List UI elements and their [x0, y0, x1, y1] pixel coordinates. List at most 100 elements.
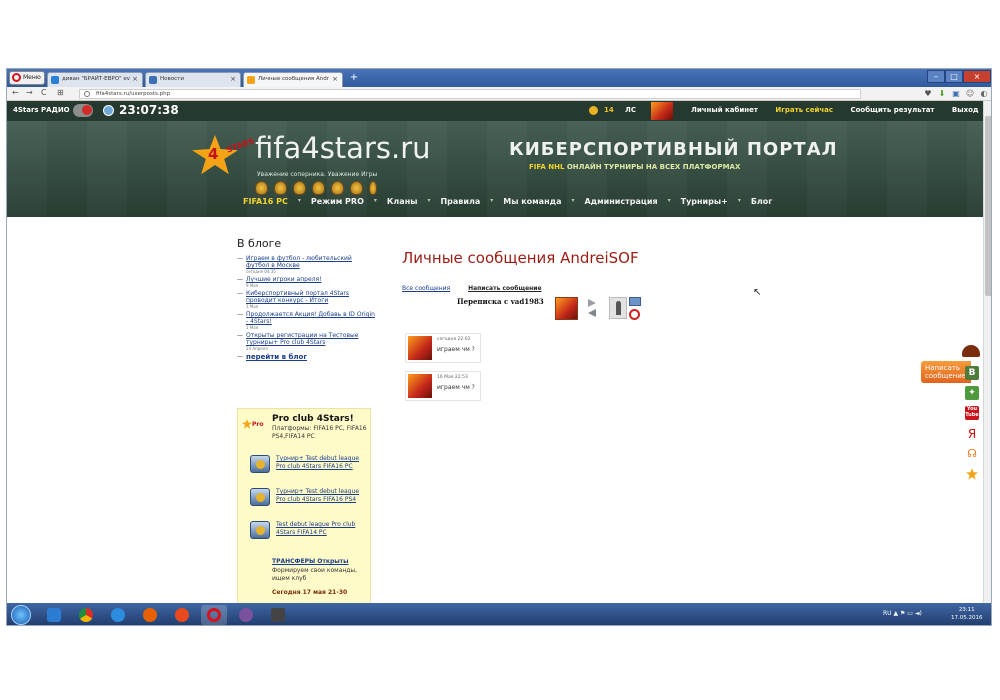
maximize-button[interactable]: □: [945, 70, 963, 83]
forward-button[interactable]: →: [26, 88, 33, 97]
ie-icon[interactable]: [105, 605, 131, 625]
coins-count[interactable]: 14: [604, 106, 614, 114]
twitter-icon[interactable]: ✦: [965, 386, 979, 400]
write-message-link[interactable]: Написать сообщение: [468, 285, 542, 292]
play-now-link[interactable]: Играть сейчас: [775, 106, 833, 114]
trophy-icon: [293, 181, 306, 195]
blog-link[interactable]: Киберспортивный портал 4Stars проводит к…: [246, 290, 377, 304]
radio-label[interactable]: 4Stars РАДИО: [13, 106, 70, 114]
nav-item-team[interactable]: Мы команда: [503, 197, 561, 206]
taskbar-clock[interactable]: 23:11 17.05.2016: [951, 606, 983, 622]
clock-icon: [103, 105, 114, 116]
site-info-icon[interactable]: [84, 91, 90, 97]
cabinet-link[interactable]: Личный кабинет: [691, 106, 758, 114]
lang-indicator[interactable]: RU: [883, 610, 892, 617]
extension-icon[interactable]: ▣: [951, 88, 961, 99]
block-icon[interactable]: [629, 309, 640, 320]
start-button[interactable]: [11, 605, 31, 625]
brand-name[interactable]: fifa4stars.ru: [255, 131, 431, 165]
window-controls: – □ ×: [927, 70, 991, 83]
taskbar-date: 17.05.2016: [951, 615, 983, 621]
radio-toggle-icon[interactable]: [73, 104, 93, 117]
heart-icon[interactable]: ♥: [923, 88, 933, 99]
portal-subtitle: FIFA NHL ОНЛАЙН ТУРНИРЫ НА ВСЕХ ПЛАТФОРМ…: [529, 163, 740, 171]
back-button[interactable]: ←: [12, 88, 19, 97]
proclub-platforms: Платформы: FIFA16 PC, FIFA16 PS4,FIFA14 …: [272, 425, 367, 440]
trophy-icon: [255, 181, 268, 195]
today-text: Сегодня 17 мая 21-30: [272, 589, 348, 596]
close-icon[interactable]: ×: [132, 73, 138, 86]
contact-avatar[interactable]: [555, 297, 578, 320]
page-scrollbar[interactable]: [983, 101, 991, 603]
close-window-button[interactable]: ×: [963, 70, 991, 83]
game-icon[interactable]: [265, 605, 291, 625]
blog-all-link[interactable]: перейти в блог: [246, 353, 377, 361]
star-icon: [242, 419, 252, 429]
nav-item-admin[interactable]: Администрация: [584, 197, 657, 206]
user-avatar[interactable]: [651, 102, 673, 120]
speed-dial-icon[interactable]: ⊞: [57, 88, 64, 97]
user-icon[interactable]: ☺: [965, 88, 975, 99]
messages-link[interactable]: ЛС: [625, 106, 636, 114]
nav-item-tournaments[interactable]: Турниры+: [681, 197, 728, 206]
message-item[interactable]: 16 Мая 22:53 играем чм ?: [405, 371, 481, 401]
viber-icon[interactable]: [233, 605, 259, 625]
logout-link[interactable]: Выход: [952, 106, 979, 114]
transfer-link[interactable]: ТРАНСФЕРЫ Открыты: [272, 558, 349, 565]
favicon-icon: [247, 76, 255, 84]
chrome-icon[interactable]: [73, 605, 99, 625]
opera-icon[interactable]: [201, 605, 227, 625]
settings-icon[interactable]: ◐: [979, 88, 989, 99]
pro-tag: Pro: [252, 421, 264, 428]
browser-window: Меню диван "БРАЙТ-ЕВРО" ev × Новости × Л…: [6, 68, 992, 626]
report-result-link[interactable]: Сообщить результат: [850, 106, 934, 114]
close-icon[interactable]: ×: [230, 73, 236, 86]
site-top-strip: 4Stars РАДИО 23:07:38 14 ЛС Личный кабин…: [7, 101, 983, 121]
reload-button[interactable]: C: [41, 88, 47, 97]
tournament-link[interactable]: Test debut league Pro club 4Stars FIFA14…: [276, 521, 368, 537]
nav-item-clans[interactable]: Кланы: [387, 197, 418, 206]
logo-number: 4: [208, 145, 219, 163]
tab-messages[interactable]: Личные сообщения Andr ×: [243, 72, 343, 87]
youtube-icon[interactable]: You Tube: [965, 406, 979, 420]
scroll-thumb[interactable]: [985, 116, 991, 296]
address-bar: ← → C ⊞ fifa4stars.ru/userposts.php ♥ ⬇ …: [7, 87, 991, 101]
new-tab-button[interactable]: +: [347, 72, 361, 85]
media-app-icon[interactable]: [169, 605, 195, 625]
tab-news[interactable]: Новости ×: [145, 72, 241, 87]
player-profile-icon[interactable]: [609, 297, 627, 319]
close-icon[interactable]: ×: [332, 73, 338, 86]
firefox-icon[interactable]: [137, 605, 163, 625]
trophy-icon: [274, 181, 287, 195]
blog-link[interactable]: Лучшие игроки апреля!: [246, 276, 377, 283]
swap-arrows-icon[interactable]: [587, 299, 599, 317]
url-input[interactable]: fifa4stars.ru/userposts.php: [79, 89, 861, 99]
star-bookmark-icon[interactable]: [965, 467, 979, 481]
message-item[interactable]: сегодня 22:02 играем чм ?: [405, 333, 481, 363]
nav-item-fifa16[interactable]: FIFA16 PC: [243, 197, 288, 206]
chevron-down-icon: ▾: [737, 197, 741, 204]
trophies: [255, 181, 377, 195]
nav-item-rules[interactable]: Правила: [440, 197, 480, 206]
correspondence-title: Переписка с vad1983: [457, 297, 544, 306]
hat-icon[interactable]: [962, 345, 980, 357]
all-messages-link[interactable]: Все сообщения: [402, 285, 450, 292]
tournament-link[interactable]: Турнир+ Test debut league Pro club 4Star…: [276, 455, 368, 471]
tournament-link[interactable]: Турнир+ Test debut league Pro club 4Star…: [276, 488, 368, 504]
blog-link[interactable]: Играем в футбол - любительский футбол в …: [246, 255, 377, 269]
write-message-tab[interactable]: Написать сообщение: [921, 361, 971, 383]
blog-link[interactable]: Открыты регистрации на Тестовые турниры+…: [246, 332, 377, 346]
nav-item-blog[interactable]: Блог: [751, 197, 773, 206]
media-player-icon[interactable]: [41, 605, 67, 625]
opera-menu-button[interactable]: Меню: [9, 71, 45, 85]
address-book-icon[interactable]: [629, 297, 641, 306]
system-tray[interactable]: RU ▲ ⚑ ▭ ◄): [883, 610, 922, 617]
odnoklassniki-icon[interactable]: ☊: [965, 447, 979, 461]
minimize-button[interactable]: –: [927, 70, 945, 83]
tab-divan[interactable]: диван "БРАЙТ-ЕВРО" ev ×: [47, 72, 143, 87]
download-icon[interactable]: ⬇: [937, 88, 947, 99]
blog-link[interactable]: Продолжается Акция! Добавь в ID Origin -…: [246, 311, 377, 325]
vk-icon[interactable]: В: [965, 366, 979, 380]
yandex-icon[interactable]: Я: [965, 427, 979, 441]
nav-item-pro[interactable]: Режим PRO: [311, 197, 364, 206]
